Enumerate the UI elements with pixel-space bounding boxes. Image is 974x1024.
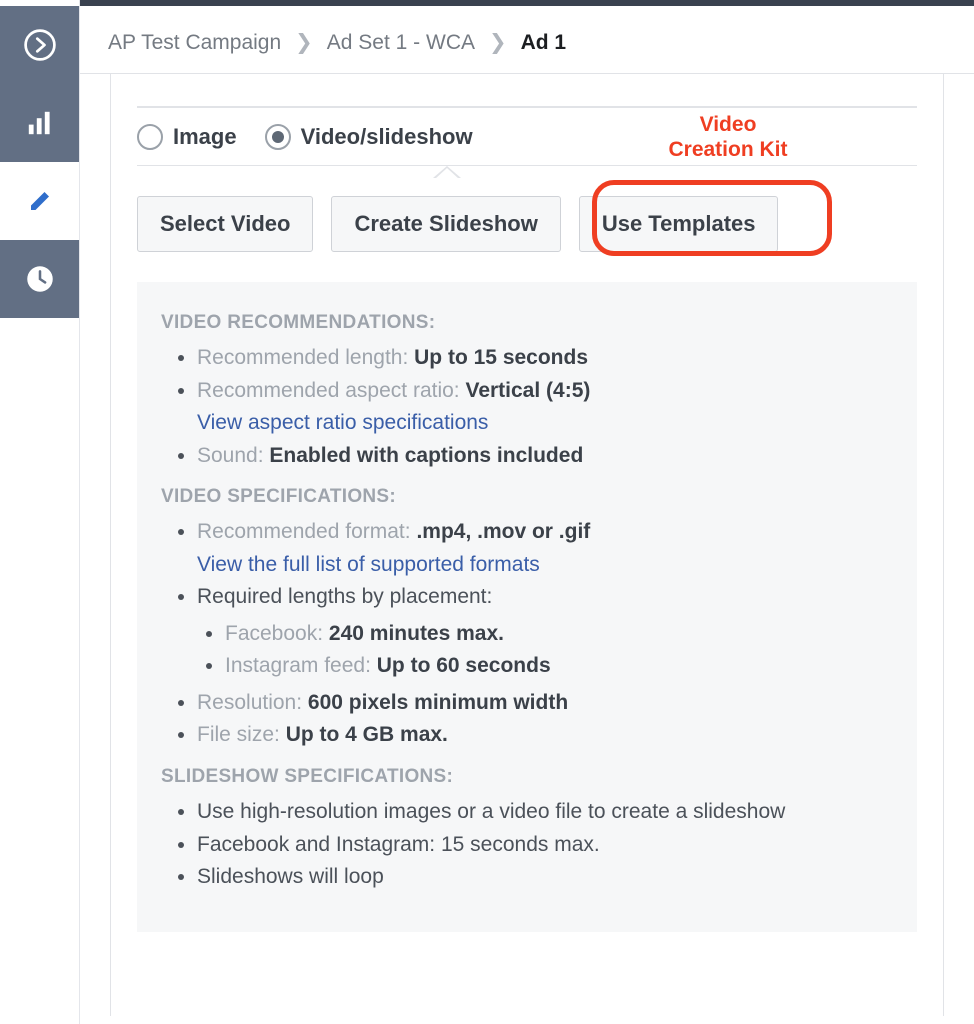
- video-specs-heading: VIDEO SPECIFICATIONS:: [161, 486, 893, 508]
- sidebar-collapse[interactable]: [0, 6, 79, 84]
- rec-aspect: Recommended aspect ratio: Vertical (4:5)…: [197, 375, 893, 440]
- clock-icon: [21, 260, 59, 298]
- specifications-panel: VIDEO RECOMMENDATIONS: Recommended lengt…: [137, 282, 917, 932]
- media-type-tabs: Image Video/slideshow: [137, 107, 917, 165]
- spec-ig-length: Instagram feed: Up to 60 seconds: [225, 650, 893, 683]
- slideshow-spec-1: Use high-resolution images or a video fi…: [197, 796, 893, 829]
- chevron-right-icon: ❯: [295, 30, 313, 55]
- video-recommendations-heading: VIDEO RECOMMENDATIONS:: [161, 312, 893, 334]
- video-action-buttons: Select Video Create Slideshow Use Templa…: [137, 166, 917, 282]
- pencil-icon: [21, 182, 59, 220]
- slideshow-spec-3: Slideshows will loop: [197, 861, 893, 894]
- tab-image-label: Image: [173, 124, 237, 150]
- breadcrumb-ad[interactable]: Ad 1: [521, 31, 567, 55]
- slideshow-specs-heading: SLIDESHOW SPECIFICATIONS:: [161, 766, 893, 788]
- spec-format: Recommended format: .mp4, .mov or .gifVi…: [197, 516, 893, 581]
- breadcrumb: AP Test Campaign ❯ Ad Set 1 - WCA ❯ Ad 1: [80, 6, 974, 74]
- use-templates-button[interactable]: Use Templates: [579, 196, 779, 252]
- chevron-right-circle-icon: [21, 26, 59, 64]
- tab-video-slideshow[interactable]: Video/slideshow: [265, 110, 473, 164]
- sidebar-edit[interactable]: [0, 162, 79, 240]
- bar-chart-icon: [21, 104, 59, 142]
- main-content: AP Test Campaign ❯ Ad Set 1 - WCA ❯ Ad 1…: [80, 0, 974, 1024]
- create-slideshow-button[interactable]: Create Slideshow: [331, 196, 560, 252]
- radio-unchecked-icon: [137, 124, 163, 150]
- tab-image[interactable]: Image: [137, 110, 237, 164]
- spec-resolution: Resolution: 600 pixels minimum width: [197, 687, 893, 720]
- sidebar-analytics[interactable]: [0, 84, 79, 162]
- breadcrumb-adset[interactable]: Ad Set 1 - WCA: [327, 31, 475, 55]
- slideshow-spec-2: Facebook and Instagram: 15 seconds max.: [197, 829, 893, 862]
- spec-fb-length: Facebook: 240 minutes max.: [225, 618, 893, 651]
- spec-filesize: File size: Up to 4 GB max.: [197, 719, 893, 752]
- breadcrumb-campaign[interactable]: AP Test Campaign: [108, 31, 281, 55]
- aspect-ratio-link[interactable]: View aspect ratio specifications: [197, 411, 488, 434]
- supported-formats-link[interactable]: View the full list of supported formats: [197, 553, 540, 576]
- sidebar: [0, 0, 80, 1024]
- spec-lengths: Required lengths by placement: Facebook:…: [197, 581, 893, 683]
- tab-video-label: Video/slideshow: [301, 124, 473, 150]
- rec-length: Recommended length: Up to 15 seconds: [197, 342, 893, 375]
- select-video-button[interactable]: Select Video: [137, 196, 313, 252]
- sidebar-history[interactable]: [0, 240, 79, 318]
- rec-sound: Sound: Enabled with captions included: [197, 440, 893, 473]
- chevron-right-icon: ❯: [489, 30, 507, 55]
- radio-checked-icon: [265, 124, 291, 150]
